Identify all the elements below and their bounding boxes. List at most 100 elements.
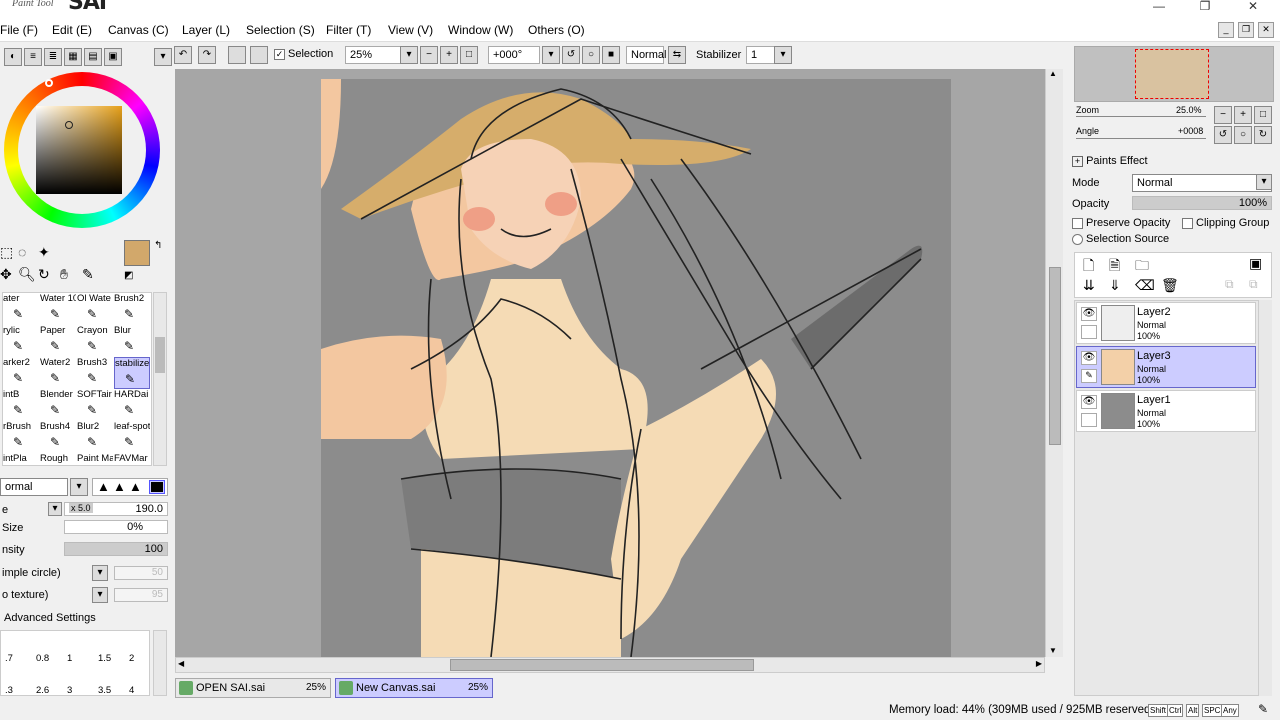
canvas-horizontal-scrollbar[interactable]: ◀ ▶ bbox=[175, 657, 1045, 673]
brush-tool-item[interactable]: rBrush ✎ bbox=[3, 421, 39, 453]
brush-shape-select[interactable]: imple circle) bbox=[2, 567, 61, 579]
navigator-view-rect[interactable] bbox=[1135, 49, 1209, 99]
menu-filter[interactable]: Filter (T) bbox=[326, 23, 371, 37]
undo-icon[interactable]: ↶ bbox=[174, 46, 192, 64]
layer-item-layer1[interactable]: 👁︎ Layer1 Normal 100% bbox=[1076, 390, 1256, 432]
brush-grid-scroll-thumb[interactable] bbox=[155, 337, 165, 373]
brush-tool-item[interactable]: Water2 ✎ bbox=[40, 357, 76, 389]
rotate-right-icon[interactable]: ■ bbox=[602, 46, 620, 64]
rotate-tool-icon[interactable]: ↻ bbox=[38, 266, 50, 283]
palette-icon[interactable]: ▦ bbox=[64, 48, 82, 66]
zoom-tool-icon[interactable]: 🔍︎ bbox=[18, 266, 36, 283]
brush-tool-item[interactable]: intB ✎ bbox=[3, 389, 39, 421]
brush-tool-item[interactable]: Blur ✎ bbox=[114, 325, 150, 357]
move-icon[interactable]: ✥ bbox=[0, 266, 12, 283]
brush-tool-item[interactable]: SOFTair ✎ bbox=[77, 389, 113, 421]
stabilizer-field[interactable]: 1 bbox=[746, 46, 776, 64]
brush-tool-item[interactable]: Paper ✎ bbox=[40, 325, 76, 357]
min-size-slider[interactable]: 0% bbox=[64, 520, 168, 534]
brush-tool-item[interactable]: Rough✎ bbox=[40, 453, 76, 465]
nav-zoom-in-icon[interactable]: + bbox=[1234, 106, 1252, 124]
nav-zoom-reset-icon[interactable]: □ bbox=[1254, 106, 1272, 124]
rgb-slider-icon[interactable]: ≡ bbox=[24, 48, 42, 66]
zoom-reset-icon[interactable]: □ bbox=[460, 46, 478, 64]
pen-icon[interactable]: ✎ bbox=[1258, 702, 1268, 716]
size-preset[interactable]: 3.5 bbox=[98, 685, 111, 696]
menu-layer[interactable]: Layer (L) bbox=[182, 23, 230, 37]
paints-effect-header[interactable]: + Paints Effect bbox=[1072, 155, 1148, 167]
brush-mode-field[interactable]: ormal bbox=[0, 478, 68, 496]
horizontal-scroll-thumb[interactable] bbox=[450, 659, 754, 671]
mdi-minimize-button[interactable]: _ bbox=[1218, 22, 1234, 38]
layer-extra-icon-1[interactable]: ⧉ bbox=[1225, 277, 1234, 292]
canvas-tab-open-sai[interactable]: OPEN SAI.sai 25% bbox=[175, 678, 331, 698]
nav-angle-slider[interactable] bbox=[1076, 138, 1206, 139]
size-slider[interactable]: x 5.0 190.0 bbox=[64, 502, 168, 516]
brush-texture-dropdown-icon[interactable]: ▾ bbox=[92, 587, 108, 603]
edge-medium-icon[interactable]: ▲ bbox=[113, 479, 126, 494]
magic-wand-icon[interactable]: ✦ bbox=[38, 244, 50, 261]
visibility-eye-icon[interactable]: 👁︎ bbox=[1081, 395, 1097, 409]
clear-layer-icon[interactable]: ⌫ bbox=[1135, 277, 1155, 294]
hand-icon[interactable]: ✋︎ bbox=[60, 266, 68, 283]
menu-file[interactable]: File (F) bbox=[0, 23, 38, 37]
layer-paint-icon[interactable]: ✎ bbox=[1081, 369, 1097, 383]
layer-mode-select[interactable]: Normal bbox=[1132, 174, 1272, 192]
brush-tool-item[interactable]: leaf-spot ✎ bbox=[114, 421, 150, 453]
brush-tool-item[interactable]: Blur2 ✎ bbox=[77, 421, 113, 453]
rotate-left-icon[interactable]: ↺ bbox=[562, 46, 580, 64]
brush-grid-scrollbar[interactable] bbox=[153, 292, 167, 466]
nav-zoom-slider[interactable] bbox=[1076, 116, 1206, 117]
density-slider[interactable]: 100 bbox=[64, 542, 168, 556]
brush-tool-item[interactable]: ater ✎ bbox=[3, 293, 39, 325]
brush-tool-item[interactable]: Paint Ma✎ bbox=[77, 453, 113, 465]
preserve-opacity-checkbox[interactable]: Preserve Opacity bbox=[1072, 217, 1170, 229]
zoom-out-icon[interactable]: − bbox=[420, 46, 438, 64]
layer-opacity-slider[interactable]: 100% bbox=[1132, 196, 1272, 210]
brush-tool-item[interactable]: rylic ✎ bbox=[3, 325, 39, 357]
size-preset[interactable]: 1.5 bbox=[98, 653, 111, 664]
flip-icon[interactable]: ⇆ bbox=[668, 46, 686, 64]
canvas-tab-new-canvas[interactable]: New Canvas.sai 25% bbox=[335, 678, 493, 698]
size-preset[interactable]: 2 bbox=[129, 653, 134, 664]
layer-item-layer2[interactable]: 👁︎ Layer2 Normal 100% bbox=[1076, 302, 1256, 344]
zoom-dropdown-icon[interactable]: ▾ bbox=[400, 46, 418, 64]
layer-lock-box[interactable] bbox=[1081, 325, 1097, 339]
size-preset[interactable]: .3 bbox=[5, 685, 13, 696]
layer-list-scrollbar[interactable] bbox=[1258, 300, 1272, 696]
restore-button[interactable]: ❐ bbox=[1190, 0, 1220, 16]
primary-color-swatch[interactable] bbox=[124, 240, 150, 266]
menu-view[interactable]: View (V) bbox=[388, 23, 433, 37]
selection-source-checkbox[interactable]: Selection Source bbox=[1072, 233, 1169, 245]
brush-texture-strength[interactable]: 95 bbox=[114, 588, 168, 602]
brush-tool-item[interactable]: HARDai ✎ bbox=[114, 389, 150, 421]
brush-tool-item[interactable]: Ol Wate ✎ bbox=[77, 293, 113, 325]
brush-tool-item[interactable]: arker2 ✎ bbox=[3, 357, 39, 389]
saturation-value-box[interactable] bbox=[36, 106, 122, 194]
size-preset[interactable]: 2.6 bbox=[36, 685, 49, 696]
brush-texture-select[interactable]: o texture) bbox=[2, 589, 48, 601]
scroll-left-icon[interactable]: ◀ bbox=[178, 659, 184, 668]
clipping-group-checkbox[interactable]: Clipping Group bbox=[1182, 217, 1269, 229]
nav-rotate-right-icon[interactable]: ↻ bbox=[1254, 126, 1272, 144]
menu-canvas[interactable]: Canvas (C) bbox=[108, 23, 169, 37]
advanced-settings-toggle[interactable]: Advanced Settings bbox=[4, 612, 96, 624]
edge-hard-icon[interactable]: ▲ bbox=[129, 479, 142, 494]
menu-edit[interactable]: Edit (E) bbox=[52, 23, 92, 37]
navigator-preview[interactable] bbox=[1074, 46, 1274, 102]
sv-picker-handle[interactable] bbox=[65, 121, 73, 129]
scroll-up-icon[interactable]: ▲ bbox=[1049, 69, 1057, 78]
brush-mode-dropdown-icon[interactable]: ▾ bbox=[70, 478, 88, 496]
scroll-down-icon[interactable]: ▼ bbox=[1049, 646, 1057, 655]
menu-window[interactable]: Window (W) bbox=[448, 23, 513, 37]
presets-scrollbar[interactable] bbox=[153, 630, 167, 696]
brush-tool-item[interactable]: Brush2 ✎ bbox=[114, 293, 150, 325]
size-mult-dropdown-icon[interactable]: ▾ bbox=[48, 502, 62, 516]
close-button[interactable]: ✕ bbox=[1238, 0, 1268, 16]
layer-mode-dropdown-icon[interactable]: ▾ bbox=[1256, 174, 1272, 190]
scroll-right-icon[interactable]: ▶ bbox=[1036, 659, 1042, 668]
edge-soft-icon[interactable]: ▲ bbox=[97, 479, 110, 494]
nav-rotate-left-icon[interactable]: ↺ bbox=[1214, 126, 1232, 144]
brush-tool-item[interactable]: Blender ✎ bbox=[40, 389, 76, 421]
blend-mode-field[interactable]: Normal bbox=[626, 46, 666, 64]
